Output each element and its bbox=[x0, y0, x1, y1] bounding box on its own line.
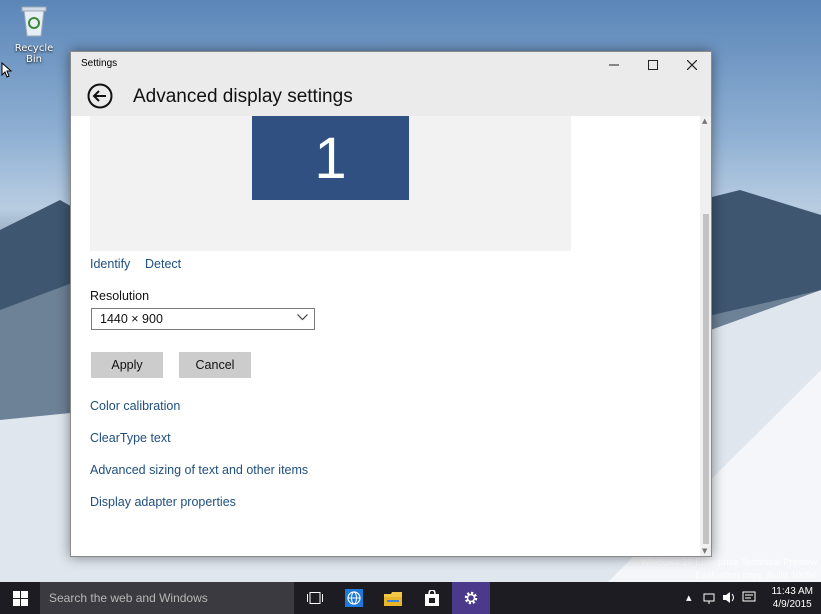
os-watermark: Windows 10 Enterprise Technical Preview … bbox=[641, 556, 817, 582]
resolution-value: 1440 × 900 bbox=[100, 312, 163, 326]
watermark-edition: Windows 10 Enterprise Technical Preview bbox=[640, 557, 817, 568]
vertical-scrollbar[interactable]: ▲ ▼ bbox=[700, 116, 711, 556]
clock-date: 4/9/2015 bbox=[772, 599, 812, 610]
cleartype-text-link[interactable]: ClearType text bbox=[90, 431, 171, 445]
advanced-sizing-link[interactable]: Advanced sizing of text and other items bbox=[90, 463, 308, 477]
detect-link[interactable]: Detect bbox=[145, 257, 181, 271]
globe-icon bbox=[345, 589, 363, 607]
resolution-dropdown[interactable]: 1440 × 900 bbox=[91, 308, 315, 330]
page-header: Advanced display settings bbox=[71, 78, 711, 116]
settings-window: Settings Advanced display settings 1 Ide… bbox=[70, 51, 712, 557]
recycle-bin[interactable]: Recycle Bin bbox=[6, 4, 62, 65]
page-title: Advanced display settings bbox=[133, 86, 353, 107]
network-icon[interactable] bbox=[703, 591, 717, 604]
folder-icon bbox=[384, 591, 402, 606]
title-bar[interactable]: Settings bbox=[71, 52, 711, 78]
close-icon bbox=[687, 60, 697, 70]
monitor-number: 1 bbox=[314, 125, 347, 191]
close-button[interactable] bbox=[673, 52, 711, 78]
scrollbar-thumb[interactable] bbox=[703, 214, 709, 544]
cancel-button[interactable]: Cancel bbox=[179, 352, 251, 378]
monitor-1-tile[interactable]: 1 bbox=[252, 116, 409, 200]
task-view-button[interactable] bbox=[296, 582, 334, 614]
minimize-icon bbox=[609, 64, 619, 66]
gear-icon bbox=[464, 591, 478, 605]
browser-button[interactable] bbox=[335, 582, 373, 614]
settings-content: 1 Identify Detect Resolution 1440 × 900 … bbox=[71, 116, 701, 556]
mouse-cursor-icon bbox=[1, 62, 13, 78]
start-button[interactable] bbox=[0, 582, 40, 614]
maximize-icon bbox=[648, 60, 658, 70]
back-arrow-icon[interactable] bbox=[87, 83, 113, 109]
window-title: Settings bbox=[81, 58, 118, 69]
minimize-button[interactable] bbox=[595, 52, 633, 78]
store-bag-icon bbox=[425, 590, 439, 606]
color-calibration-link[interactable]: Color calibration bbox=[90, 399, 180, 413]
file-explorer-button[interactable] bbox=[374, 582, 412, 614]
taskbar: Search the web and Windows ▴ 11:43 AM 4/… bbox=[0, 582, 821, 614]
show-hidden-icons-chevron-icon[interactable]: ▴ bbox=[686, 591, 692, 604]
chevron-down-icon bbox=[297, 314, 308, 321]
recycle-bin-label: Recycle Bin bbox=[14, 43, 54, 65]
taskbar-clock[interactable]: 11:43 AM 4/9/2015 bbox=[771, 585, 813, 611]
watermark-build: Evaluation copy. Build 10056 bbox=[695, 570, 817, 581]
store-button[interactable] bbox=[413, 582, 451, 614]
volume-icon[interactable] bbox=[722, 591, 736, 604]
display-adapter-properties-link[interactable]: Display adapter properties bbox=[90, 495, 236, 509]
clock-time: 11:43 AM bbox=[771, 586, 813, 597]
search-placeholder: Search the web and Windows bbox=[49, 591, 208, 605]
action-center-icon[interactable] bbox=[742, 591, 756, 604]
recycle-bin-icon bbox=[21, 6, 47, 37]
identify-link[interactable]: Identify bbox=[90, 257, 130, 271]
display-preview-area: 1 bbox=[90, 116, 571, 251]
settings-taskbar-button[interactable] bbox=[452, 582, 490, 614]
scroll-down-arrow-icon[interactable]: ▼ bbox=[702, 547, 707, 555]
resolution-label: Resolution bbox=[90, 289, 150, 303]
task-view-icon bbox=[307, 592, 323, 604]
scroll-up-arrow-icon[interactable]: ▲ bbox=[702, 117, 707, 125]
windows-logo-icon bbox=[12, 590, 28, 606]
maximize-button[interactable] bbox=[634, 52, 672, 78]
taskbar-search-box[interactable]: Search the web and Windows bbox=[40, 582, 294, 614]
apply-button[interactable]: Apply bbox=[91, 352, 163, 378]
